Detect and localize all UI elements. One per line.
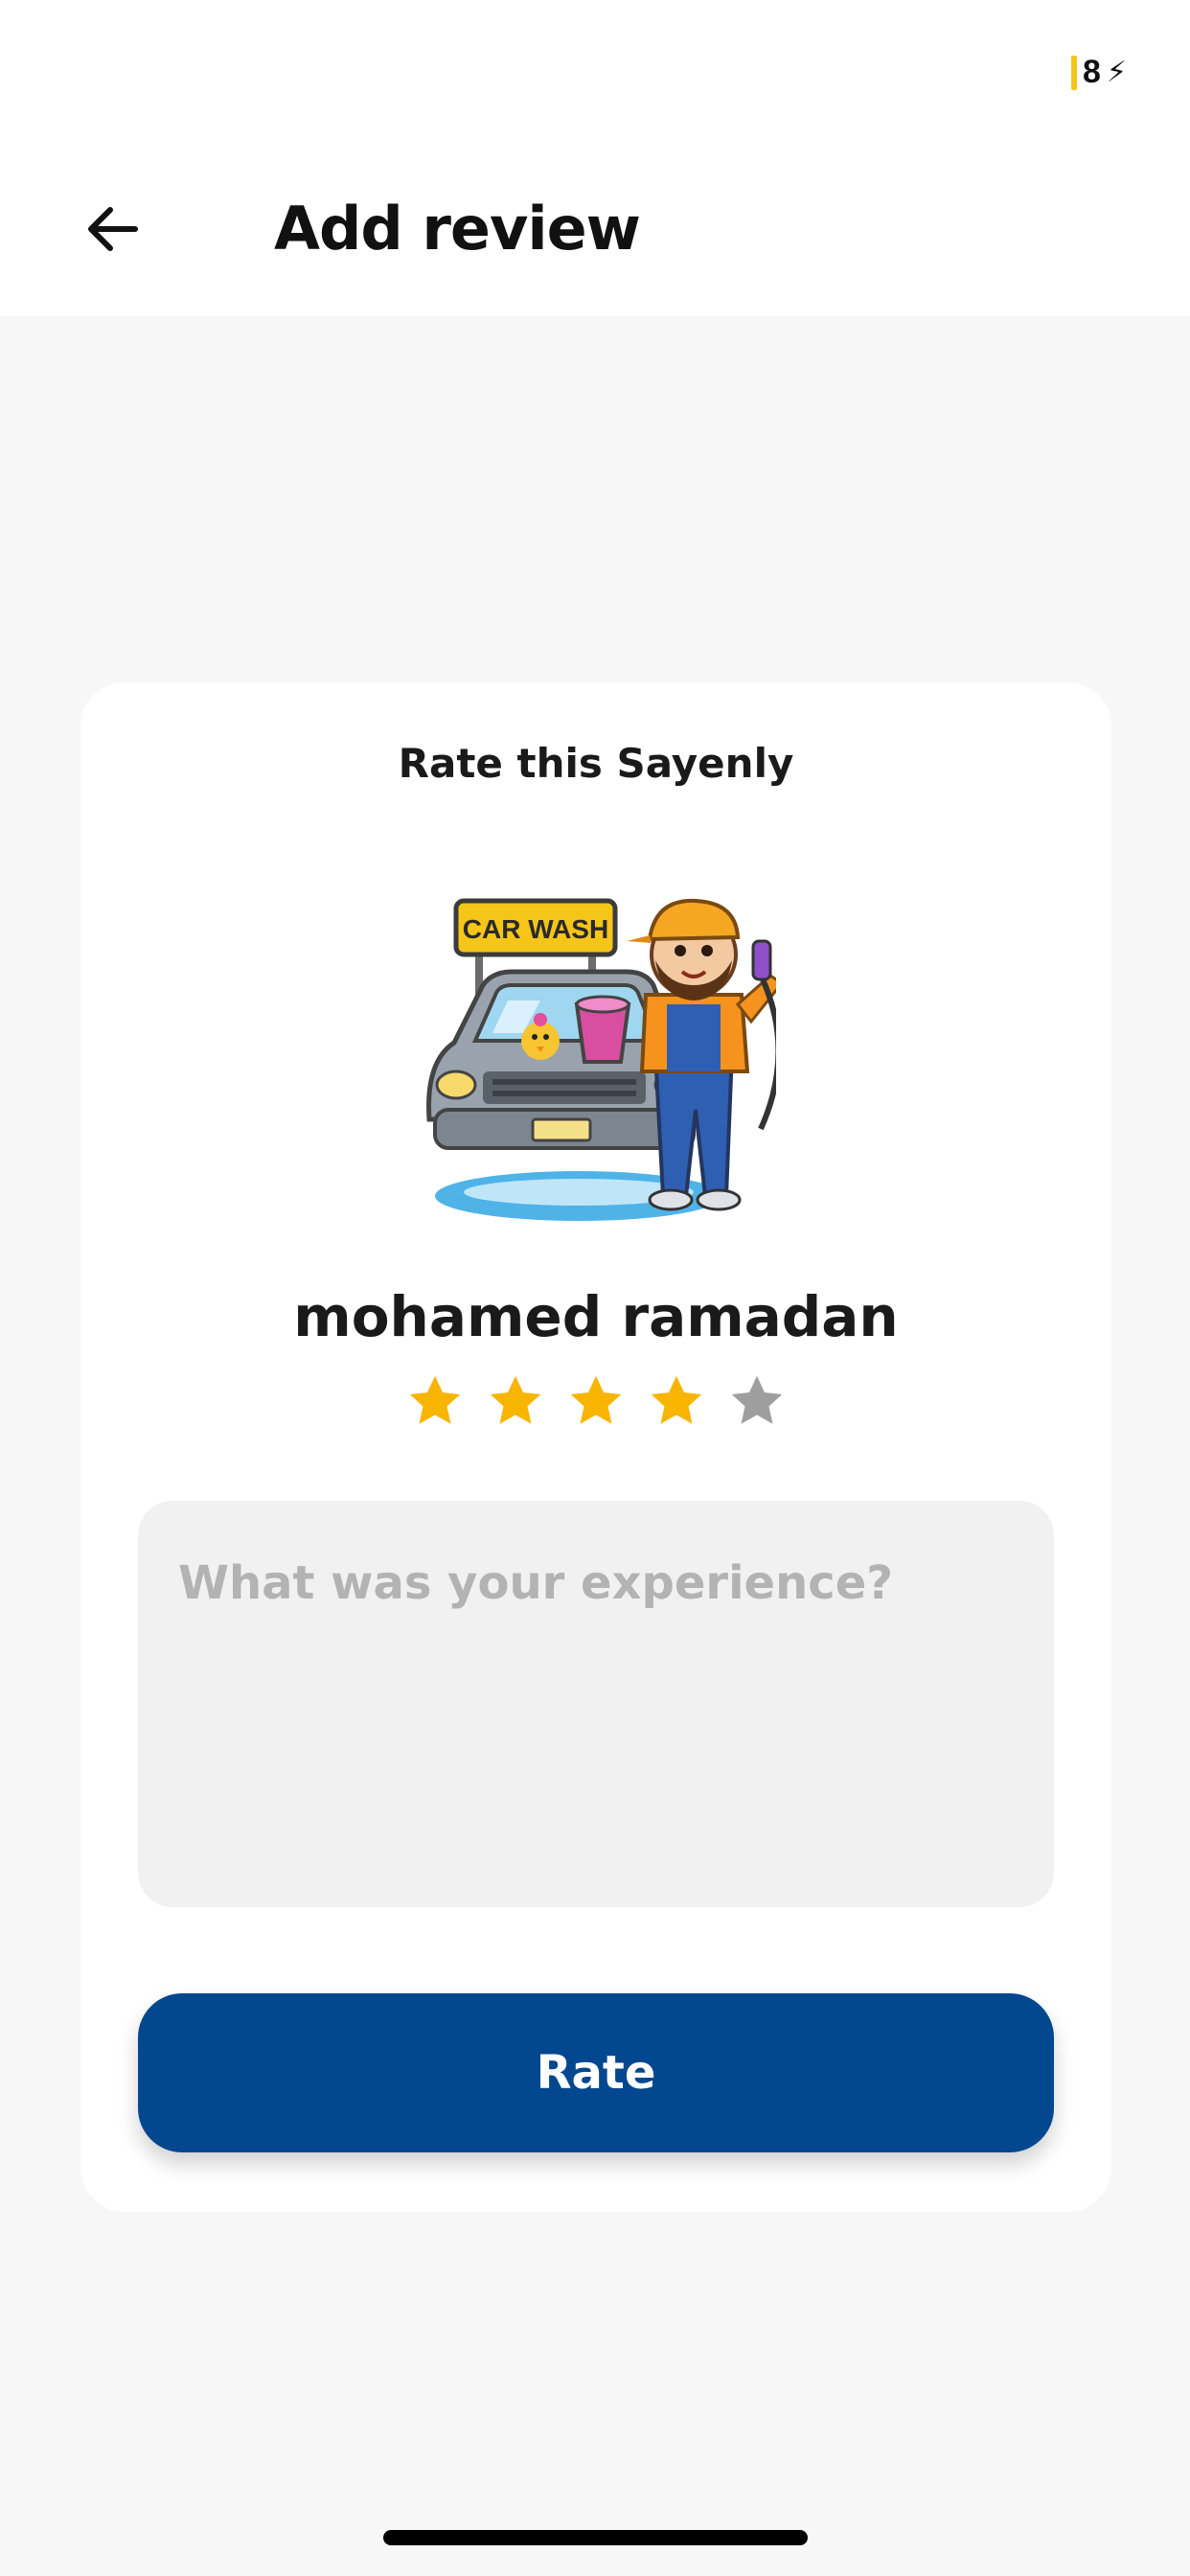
rating-stars[interactable] — [80, 1372, 1111, 1430]
svg-text:CAR WASH: CAR WASH — [463, 914, 608, 944]
star-4-icon[interactable] — [648, 1372, 705, 1430]
provider-avatar: CAR WASH — [426, 898, 776, 1221]
review-input-container — [138, 1501, 1054, 1907]
home-indicator[interactable] — [383, 2530, 808, 2545]
star-3-icon[interactable] — [567, 1372, 625, 1430]
page-title: Add review — [274, 194, 641, 264]
battery-percent: 8 — [1083, 54, 1101, 90]
charging-bolt-icon: ⚡ — [1106, 56, 1127, 89]
card-heading: Rate this Sayenly — [398, 740, 794, 787]
battery-level-bar — [1071, 55, 1077, 90]
battery-indicator: 8 ⚡ — [1071, 54, 1127, 91]
back-button[interactable] — [67, 184, 157, 274]
status-bar: 8 ⚡ — [0, 0, 1190, 144]
star-2-icon[interactable] — [487, 1372, 544, 1430]
app-header: Add review — [0, 144, 1190, 316]
provider-name: mohamed ramadan — [293, 1284, 899, 1349]
rate-button[interactable]: Rate — [138, 1993, 1054, 2152]
review-card: Rate this Sayenly CAR WASH mohamed ramad… — [80, 682, 1111, 2212]
arrow-left-icon — [88, 207, 138, 251]
star-1-icon[interactable] — [406, 1372, 464, 1430]
star-5-icon[interactable] — [728, 1372, 786, 1430]
review-textarea[interactable] — [176, 1554, 1019, 1857]
